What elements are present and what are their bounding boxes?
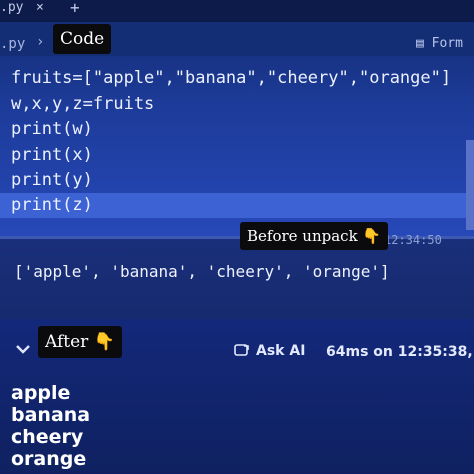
format-button[interactable]: ▤ Form <box>416 36 463 51</box>
add-tab-icon[interactable]: + <box>70 0 80 17</box>
breadcrumb-separator: › <box>36 34 45 50</box>
format-icon: ▤ <box>416 36 424 51</box>
code-line[interactable]: w,x,y,z=fruits <box>0 92 474 117</box>
ai-chat-icon <box>234 344 249 356</box>
annotation-code: Code <box>53 24 112 54</box>
result-line: apple <box>11 382 71 404</box>
file-name: .py <box>0 36 26 52</box>
close-icon[interactable]: × <box>36 0 44 15</box>
code-line[interactable]: print(w) <box>0 117 474 142</box>
execution-timing: 64ms on 12:35:38, 0 <box>326 344 474 360</box>
annotation-after: After 👇 <box>38 326 122 358</box>
annotation-before-unpack: Before unpack 👇 <box>240 222 389 250</box>
code-line[interactable]: print(y) <box>0 168 474 193</box>
code-line[interactable]: fruits=["apple","banana","cheery","orang… <box>0 66 474 91</box>
code-line[interactable]: print(x) <box>0 143 474 168</box>
ask-ai-button[interactable]: Ask AI <box>234 343 305 359</box>
output-list-text: ['apple', 'banana', 'cheery', 'orange'] <box>14 262 390 281</box>
ask-ai-label: Ask AI <box>256 343 306 359</box>
tab-strip: .py × + <box>0 0 474 22</box>
result-line: cheery <box>11 426 84 448</box>
tab-file[interactable]: .py <box>0 0 23 15</box>
format-label: Form <box>431 36 463 51</box>
output-timestamp: 12:34:50 <box>384 233 442 247</box>
result-line: orange <box>11 448 87 470</box>
chevron-down-icon[interactable] <box>14 340 32 358</box>
output-results: apple banana cheery orange <box>11 382 90 470</box>
result-line: banana <box>11 404 91 426</box>
scrollbar[interactable] <box>466 140 474 230</box>
code-line-highlighted[interactable]: print(z) <box>0 193 474 218</box>
